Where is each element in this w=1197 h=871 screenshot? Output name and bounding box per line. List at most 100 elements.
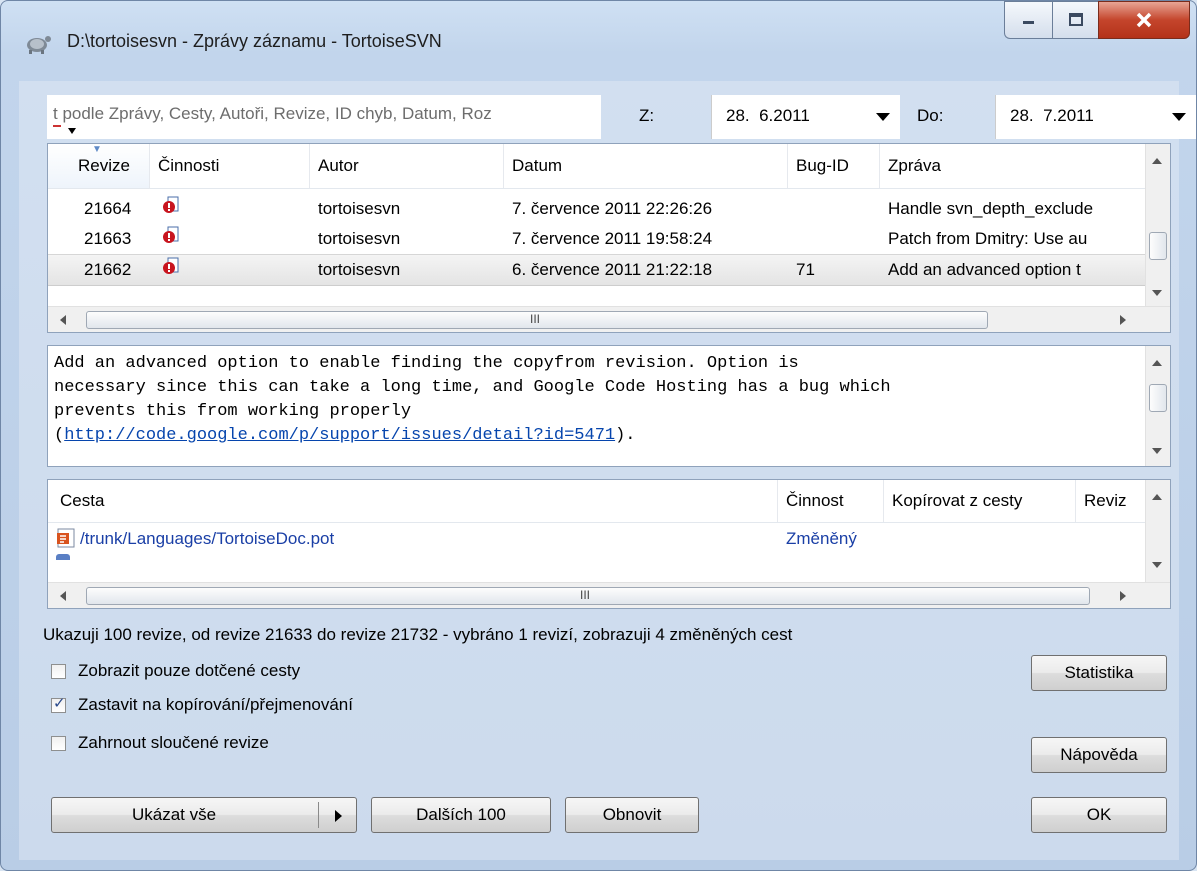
from-date-value: 28. 6.2011 xyxy=(726,106,810,125)
column-label: Autor xyxy=(318,156,359,175)
message-vertical-scrollbar[interactable] xyxy=(1145,346,1170,466)
column-label: Kopírovat z cesty xyxy=(892,491,1023,510)
log-row[interactable]: 21664 tortoisesvn 7. července 2011 22:26… xyxy=(48,194,1146,224)
column-header-revision[interactable]: Revize ▼ xyxy=(48,144,150,188)
column-label: Bug-ID xyxy=(796,156,849,175)
minimize-button[interactable] xyxy=(1004,1,1052,39)
modified-action-icon xyxy=(162,194,180,226)
search-placeholder: t podle Zprávy, Cesty, Autoři, Revize, I… xyxy=(53,104,492,123)
modified-action-icon xyxy=(162,255,180,287)
log-list-header: Revize ▼ Činnosti Autor Datum Bug-ID Zpr… xyxy=(48,144,1146,189)
status-summary: Ukazuji 100 revize, od revize 21633 do r… xyxy=(43,625,793,644)
only-affected-paths-checkbox[interactable]: Zobrazit pouze dotčené cesty xyxy=(51,659,300,683)
filter-underline-mark xyxy=(53,125,61,127)
log-list-vertical-scrollbar[interactable] xyxy=(1145,144,1170,306)
scrollbar-thumb[interactable] xyxy=(1149,384,1167,412)
checkbox-box[interactable] xyxy=(51,663,66,679)
checkbox-box[interactable]: ✓ xyxy=(51,695,66,713)
checkbox-label: Zastavit na kopírování/přejmenování xyxy=(78,695,353,714)
to-date-value: 28. 7.2011 xyxy=(1010,106,1094,125)
title-bar: D:\tortoisesvn - Zprávy záznamu - Tortoi… xyxy=(1,1,1196,81)
scroll-down-icon[interactable] xyxy=(1152,562,1162,568)
maximize-icon xyxy=(1068,13,1083,26)
message-line: prevents this from working properly xyxy=(54,402,412,421)
show-all-split-button[interactable]: Ukázat vše xyxy=(51,797,357,833)
log-list-horizontal-scrollbar[interactable]: III xyxy=(48,306,1170,332)
from-date-label: Z: xyxy=(639,106,655,125)
column-header-message[interactable]: Zpráva xyxy=(880,144,1150,188)
column-label: Cesta xyxy=(60,491,105,510)
paths-horizontal-scrollbar[interactable]: III xyxy=(48,582,1170,608)
revision-log-list[interactable]: Revize ▼ Činnosti Autor Datum Bug-ID Zpr… xyxy=(47,143,1171,333)
scroll-up-icon[interactable] xyxy=(1152,158,1162,164)
scroll-left-icon[interactable] xyxy=(60,315,66,325)
message-cell: Add an advanced option t xyxy=(888,260,1081,279)
revision-cell: 21663 xyxy=(84,229,132,248)
from-date-picker[interactable]: 28. 6.2011 xyxy=(711,95,900,139)
column-header-actions[interactable]: Činnosti xyxy=(150,144,310,188)
scroll-up-icon[interactable] xyxy=(1152,494,1162,500)
changed-paths-list[interactable]: Cesta Činnost Kopírovat z cesty Reviz /t… xyxy=(47,479,1171,609)
revision-cell: 21662 xyxy=(84,260,132,279)
bug-id-cell: 71 xyxy=(796,260,815,279)
column-header-date[interactable]: Datum xyxy=(504,144,788,188)
scrollbar-thumb[interactable] xyxy=(1149,232,1167,260)
chevron-down-icon xyxy=(876,113,890,121)
filter-dropdown-icon[interactable] xyxy=(67,126,77,138)
scroll-up-icon[interactable] xyxy=(1152,360,1162,366)
scroll-right-icon[interactable] xyxy=(1120,591,1126,601)
author-cell: tortoisesvn xyxy=(318,229,401,248)
path-row[interactable]: /trunk/Languages/TortoiseDoc.pot Změněný xyxy=(48,524,1146,554)
button-label: Statistika xyxy=(1064,663,1134,682)
ok-button[interactable]: OK xyxy=(1031,797,1167,833)
action-cell: Změněný xyxy=(786,529,857,548)
column-label: Činnost xyxy=(786,491,844,510)
modified-action-icon xyxy=(162,224,180,256)
path-cell[interactable]: /trunk/Languages/TortoiseDoc.pot xyxy=(80,524,334,554)
paths-vertical-scrollbar[interactable] xyxy=(1145,480,1170,582)
message-line: Add an advanced option to enable finding… xyxy=(54,354,799,373)
revision-cell: 21664 xyxy=(84,199,132,218)
chevron-down-icon xyxy=(1172,113,1186,121)
scroll-down-icon[interactable] xyxy=(1152,290,1162,296)
include-merged-checkbox[interactable]: Zahrnout sloučené revize xyxy=(51,731,269,755)
author-cell: tortoisesvn xyxy=(318,260,401,279)
to-date-picker[interactable]: 28. 7.2011 xyxy=(995,95,1196,139)
maximize-button[interactable] xyxy=(1052,1,1098,39)
log-row[interactable]: 21663 tortoisesvn 7. července 2011 19:58… xyxy=(48,224,1146,254)
refresh-button[interactable]: Obnovit xyxy=(565,797,699,833)
column-header-copy-from-path[interactable]: Kopírovat z cesty xyxy=(884,480,1076,522)
help-button[interactable]: Nápověda xyxy=(1031,737,1167,773)
next-row-partial xyxy=(56,554,76,560)
column-label: Revize xyxy=(78,156,130,175)
stop-on-copy-checkbox[interactable]: ✓ Zastavit na kopírování/přejmenování xyxy=(51,693,353,717)
sort-arrow-icon: ▼ xyxy=(92,144,102,155)
paths-list-header: Cesta Činnost Kopírovat z cesty Reviz xyxy=(48,480,1146,523)
column-header-path[interactable]: Cesta xyxy=(48,480,778,522)
date-cell: 7. července 2011 22:26:26 xyxy=(512,199,713,218)
tortoisesvn-app-icon xyxy=(25,31,53,55)
scroll-grip: III xyxy=(530,312,541,326)
button-label: OK xyxy=(1086,805,1112,824)
search-filter-input[interactable]: t podle Zprávy, Cesty, Autoři, Revize, I… xyxy=(47,95,601,139)
checkbox-label: Zobrazit pouze dotčené cesty xyxy=(78,661,301,680)
column-header-action[interactable]: Činnost xyxy=(778,480,884,522)
statistics-button[interactable]: Statistika xyxy=(1031,655,1167,691)
log-row-selected[interactable]: 21662 tortoisesvn 6. července 2011 21:22… xyxy=(48,254,1146,286)
next-100-button[interactable]: Dalších 100 xyxy=(371,797,551,833)
scroll-down-icon[interactable] xyxy=(1152,448,1162,454)
play-arrow-icon[interactable] xyxy=(335,810,342,822)
column-header-revision[interactable]: Reviz xyxy=(1076,480,1150,522)
scroll-left-icon[interactable] xyxy=(60,591,66,601)
log-message-pane[interactable]: Add an advanced option to enable finding… xyxy=(47,345,1171,467)
message-line: necessary since this can take a long tim… xyxy=(54,378,891,397)
date-cell: 6. července 2011 21:22:18 xyxy=(512,260,713,279)
minimize-icon xyxy=(1022,21,1034,24)
column-header-author[interactable]: Autor xyxy=(310,144,504,188)
checkbox-box[interactable] xyxy=(51,735,66,751)
column-header-bug-id[interactable]: Bug-ID xyxy=(788,144,880,188)
close-button[interactable] xyxy=(1098,1,1190,39)
window-title: D:\tortoisesvn - Zprávy záznamu - Tortoi… xyxy=(67,31,442,51)
scroll-right-icon[interactable] xyxy=(1120,315,1126,325)
issue-link[interactable]: http://code.google.com/p/support/issues/… xyxy=(64,426,615,445)
